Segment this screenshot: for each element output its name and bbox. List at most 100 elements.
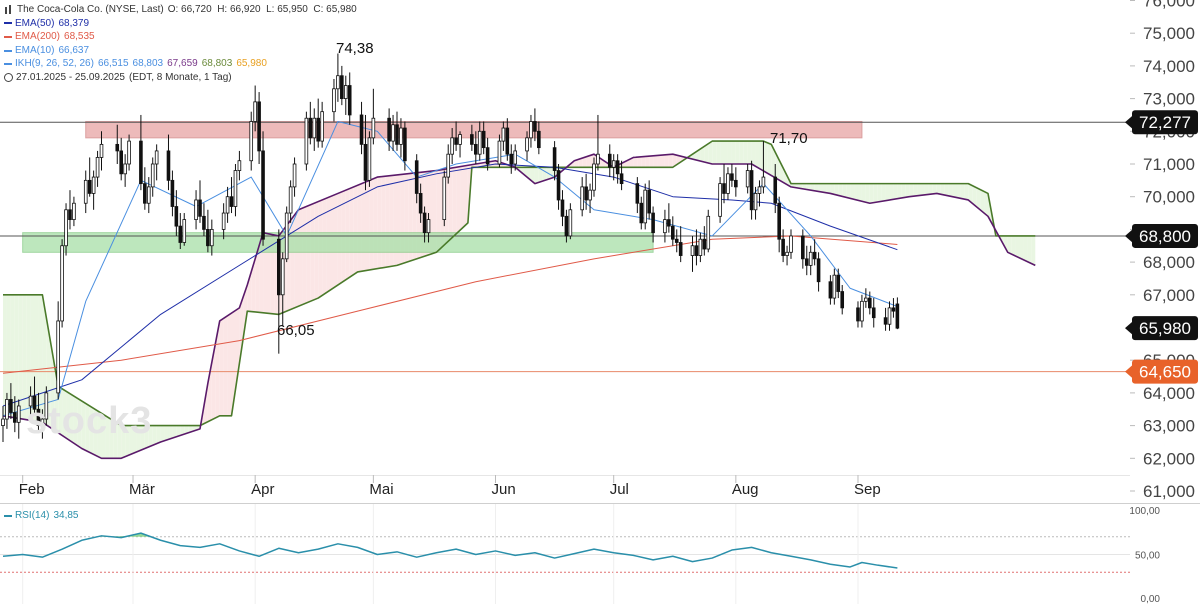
- candle-body: [399, 127, 403, 145]
- candle-body: [60, 245, 64, 322]
- candle-body: [529, 121, 533, 139]
- candle-body: [308, 117, 313, 139]
- ichimoku-cloud-segment: [1023, 235, 1028, 262]
- ichimoku-cloud-segment: [731, 141, 736, 164]
- ichimoku-cloud-segment: [290, 215, 295, 310]
- candle-body: [596, 153, 600, 165]
- candle-body: [194, 199, 198, 220]
- ichimoku-cloud-segment: [767, 142, 772, 176]
- candle-body: [698, 238, 703, 256]
- candle-body: [868, 297, 872, 309]
- candle-body: [513, 150, 517, 165]
- ichimoku-cloud-segment: [956, 183, 961, 199]
- candle-body: [564, 215, 569, 237]
- ichimoku-cloud-segment: [369, 178, 374, 270]
- candle-body: [749, 170, 754, 211]
- candle-body: [568, 209, 573, 237]
- ichimoku-cloud-segment: [14, 294, 19, 419]
- candle-body: [426, 219, 431, 234]
- candle-body: [745, 170, 750, 188]
- ichimoku-cloud-segment: [727, 141, 732, 164]
- ichimoku-cloud-segment: [452, 167, 457, 238]
- candle-body: [280, 258, 285, 296]
- ichimoku-cloud-segment: [885, 183, 890, 201]
- candle-body: [509, 153, 514, 165]
- candle-body: [781, 238, 785, 256]
- ema200-swatch: [4, 35, 12, 38]
- ichimoku-cloud-segment: [164, 425, 169, 441]
- candle-body: [83, 179, 88, 204]
- ichimoku-cloud-segment: [857, 183, 862, 202]
- ema200-label: EMA(200): [15, 31, 61, 43]
- candle-body: [730, 173, 734, 181]
- ikh-value-1: 66,515: [97, 58, 129, 70]
- ichimoku-cloud-segment: [448, 167, 453, 242]
- legend-title-row: The Coca-Cola Co. (NYSE, Last) O: 66,720…: [4, 3, 357, 17]
- legend-row-ema10[interactable]: EMA(10) 66,637: [4, 44, 357, 58]
- ikh-value-2: 68,803: [132, 58, 164, 70]
- ichimoku-cloud-segment: [724, 141, 728, 164]
- candle-body: [560, 199, 565, 217]
- candle-body: [777, 202, 781, 240]
- candle-body: [891, 307, 896, 312]
- period-range: 27.01.2025 - 25.09.2025: [16, 71, 125, 83]
- rsi-legend[interactable]: RSI(14) 34,85: [4, 510, 78, 521]
- candle-body: [233, 170, 238, 207]
- ichimoku-cloud-segment: [1031, 235, 1036, 266]
- candle-body: [99, 143, 104, 158]
- ichimoku-cloud-segment: [893, 183, 898, 200]
- candle-body: [678, 242, 683, 256]
- ichimoku-cloud-segment: [160, 425, 165, 442]
- candle-body: [292, 163, 297, 188]
- candle-body: [694, 245, 699, 256]
- ichimoku-cloud-segment: [223, 315, 228, 416]
- candle-body: [56, 320, 60, 394]
- candle-body: [722, 183, 726, 194]
- candle-body: [442, 176, 447, 220]
- ichimoku-cloud-segment: [720, 141, 725, 164]
- senkou-span-a-line: [3, 140, 1036, 427]
- candle-body: [706, 215, 711, 250]
- candle-body: [387, 117, 391, 142]
- ichimoku-cloud-segment: [463, 165, 468, 227]
- candle-body: [895, 303, 900, 329]
- y-tick-label: 75,000: [1143, 24, 1195, 43]
- candle-body: [304, 117, 309, 165]
- ichimoku-cloud-segment: [361, 181, 366, 272]
- ichimoku-cloud-segment: [917, 183, 922, 196]
- candle-body: [871, 307, 876, 319]
- candle-body: [651, 212, 655, 234]
- candle-body: [674, 238, 679, 243]
- candle-body: [202, 215, 206, 230]
- ichimoku-cloud-segment: [302, 206, 307, 305]
- price-label-text: 72,277: [1139, 113, 1191, 132]
- resistance-zone: [85, 120, 863, 139]
- y-tick-label: 64,000: [1143, 384, 1195, 403]
- legend-row-ikh[interactable]: IKH(9, 26, 52, 26) 66,515 68,803 67,659 …: [4, 57, 357, 71]
- watermark-logo: stock3: [26, 400, 153, 442]
- ema10-value: 66,637: [58, 44, 90, 56]
- y-tick-label: 73,000: [1143, 90, 1195, 109]
- ichimoku-cloud-segment: [660, 154, 665, 168]
- candle-body: [166, 150, 171, 181]
- rsi-y-tick-label: 0,00: [1141, 594, 1161, 604]
- ichimoku-cloud-segment: [747, 141, 752, 164]
- candle-body: [276, 238, 281, 296]
- y-tick-label: 67,000: [1143, 286, 1195, 305]
- candle-body: [127, 140, 131, 165]
- legend-row-ema50[interactable]: EMA(50) 68,379: [4, 17, 357, 31]
- candle-body: [505, 127, 510, 155]
- ema200-line: [2, 235, 898, 374]
- candle-body: [16, 405, 21, 423]
- candle-body: [5, 399, 9, 420]
- rsi-y-tick-label: 100,00: [1129, 506, 1160, 517]
- legend-row-ema200[interactable]: EMA(200) 68,535: [4, 30, 357, 44]
- candle-body: [592, 163, 596, 191]
- y-tick-label: 70,000: [1143, 188, 1195, 207]
- rsi-line: [2, 532, 898, 569]
- candle-body: [1, 418, 5, 426]
- ichimoku-cloud-segment: [456, 166, 461, 234]
- candle-body: [702, 238, 707, 250]
- candle-body: [643, 189, 648, 224]
- ichimoku-cloud-segment: [846, 183, 851, 199]
